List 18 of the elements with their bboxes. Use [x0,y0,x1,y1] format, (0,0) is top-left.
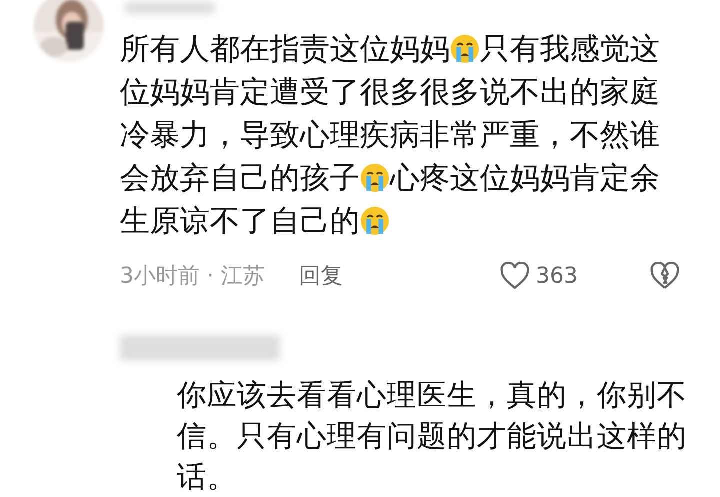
comment-text: 生原谅不了自己的 [120,204,360,239]
reply-text: 信。只有心理有问题的才能说出这样的 [177,418,687,455]
heart-icon[interactable] [500,262,530,290]
comment-text: 心疼这位妈妈肯定余 [390,161,660,196]
comment-text: 会放弃自己的孩子 [120,161,360,196]
comment-time-location: 3小时前 · 江苏 [120,263,265,291]
crying-face-icon [360,206,390,236]
like-count: 363 [536,264,578,288]
broken-heart-icon[interactable] [650,262,680,290]
comment-text: 冷暴力，导致心理疾病非常严重，不然谁 [120,118,660,153]
comment-text: 只有我感觉这 [480,32,660,67]
comment-text: 所有人都在指责这位妈妈 [120,32,450,67]
comment-text: 位妈妈肯定遭受了很多很多说不出的家庭 [120,75,660,110]
reply-button[interactable]: 回复 [298,261,343,291]
reply-text: 话。 [177,459,237,496]
crying-face-icon [360,163,390,193]
crying-face-icon [450,34,480,64]
reply-text: 你应该去看看心理医生，真的，你别不 [177,377,687,414]
